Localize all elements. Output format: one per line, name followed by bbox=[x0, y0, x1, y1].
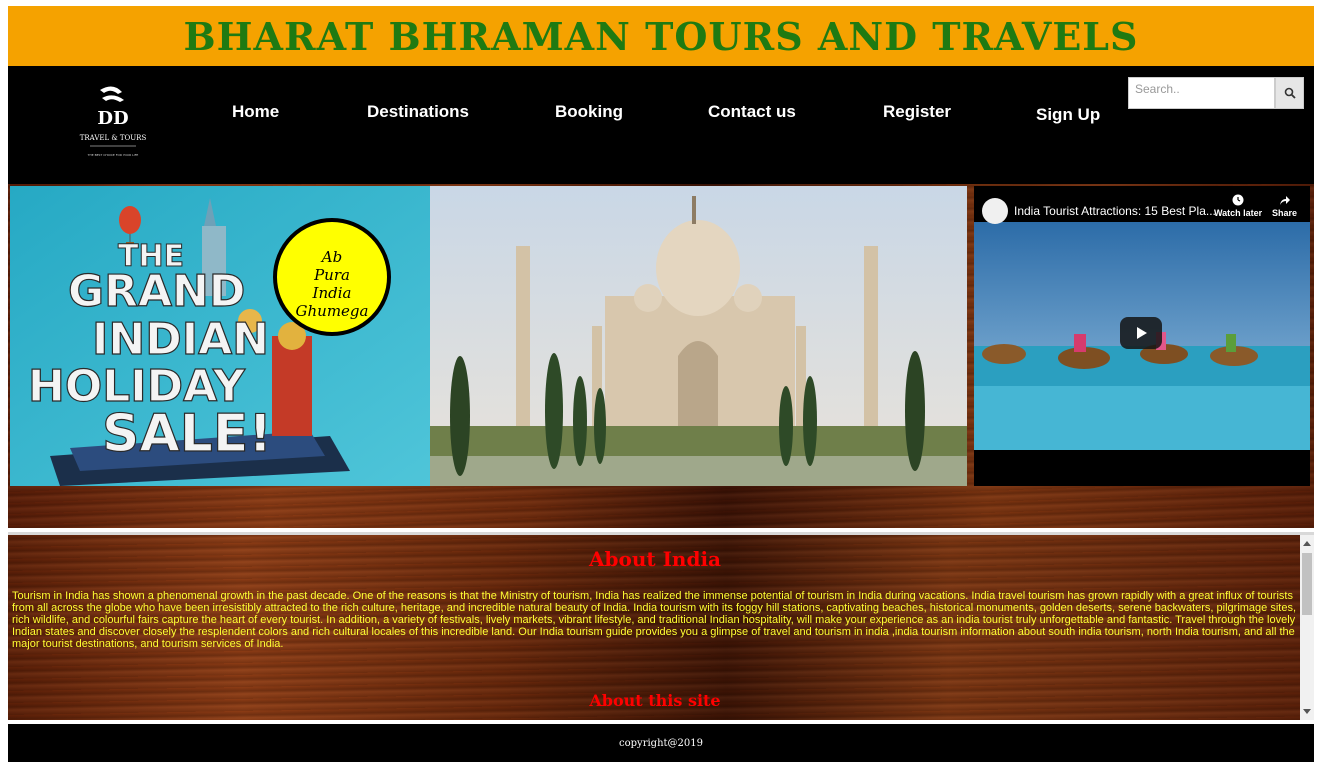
scroll-up-arrow[interactable] bbox=[1303, 541, 1311, 546]
share-icon bbox=[1279, 196, 1290, 205]
svg-text:DD: DD bbox=[97, 108, 128, 129]
nav-destinations[interactable]: Destinations bbox=[367, 102, 469, 122]
svg-text:Ghumega: Ghumega bbox=[296, 302, 369, 320]
search-icon bbox=[1284, 87, 1296, 99]
nav-bar: DD TRAVEL & TOURS THE BEST CHOICE FOR YO… bbox=[8, 66, 1314, 184]
svg-text:TRAVEL & TOURS: TRAVEL & TOURS bbox=[80, 134, 147, 142]
channel-avatar[interactable] bbox=[982, 198, 1008, 224]
taj-mahal-image bbox=[430, 186, 967, 486]
about-section[interactable]: About India Tourism in India has shown a… bbox=[8, 532, 1314, 720]
svg-text:INDIAN: INDIAN bbox=[92, 314, 269, 365]
nav-contact-us[interactable]: Contact us bbox=[708, 102, 796, 122]
search-input[interactable]: Search.. bbox=[1128, 77, 1275, 109]
logo[interactable]: DD TRAVEL & TOURS THE BEST CHOICE FOR YO… bbox=[78, 80, 148, 170]
scrollbar[interactable] bbox=[1300, 535, 1314, 720]
holiday-sale-banner[interactable]: THE GRAND INDIAN HOLIDAY SALE! Ab Pura I… bbox=[10, 186, 430, 486]
share-button[interactable]: Share bbox=[1272, 194, 1297, 218]
watch-later-button[interactable]: Watch later bbox=[1214, 194, 1262, 218]
play-button[interactable] bbox=[1120, 317, 1162, 349]
scroll-down-arrow[interactable] bbox=[1303, 709, 1311, 714]
nav-register[interactable]: Register bbox=[883, 102, 951, 122]
footer: copyright@2019 bbox=[8, 724, 1314, 762]
svg-text:THE BEST CHOICE FOR YOUR LIFE: THE BEST CHOICE FOR YOUR LIFE bbox=[87, 153, 139, 157]
video-title[interactable]: India Tourist Attractions: 15 Best Pla..… bbox=[1014, 204, 1216, 218]
share-label: Share bbox=[1272, 208, 1298, 218]
search-button[interactable] bbox=[1275, 77, 1304, 109]
nav-booking[interactable]: Booking bbox=[555, 102, 623, 122]
clock-icon bbox=[1232, 194, 1244, 206]
nav-home[interactable]: Home bbox=[232, 102, 279, 122]
svg-text:SALE!: SALE! bbox=[102, 404, 272, 464]
video-player[interactable]: India Tourist Attractions: 15 Best Pla..… bbox=[974, 186, 1310, 486]
svg-text:India: India bbox=[312, 284, 352, 302]
svg-text:Ab: Ab bbox=[320, 248, 342, 266]
about-text: Tourism in India has shown a phenomenal … bbox=[12, 590, 1297, 650]
play-icon bbox=[1137, 327, 1147, 339]
watch-later-label: Watch later bbox=[1214, 208, 1263, 218]
svg-text:Pura: Pura bbox=[313, 266, 350, 284]
scrollbar-thumb[interactable] bbox=[1302, 553, 1312, 615]
page: BHARAT BHRAMAN TOURS AND TRAVELS DD TRAV… bbox=[0, 0, 1322, 762]
about-heading: About India bbox=[588, 547, 722, 571]
nav-sign-up[interactable]: Sign Up bbox=[1036, 105, 1100, 125]
about-site-heading: About this site bbox=[589, 691, 721, 710]
logo-icon: DD TRAVEL & TOURS THE BEST CHOICE FOR YO… bbox=[80, 86, 147, 157]
svg-text:GRAND: GRAND bbox=[68, 266, 245, 317]
site-title: BHARAT BHRAMAN TOURS AND TRAVELS bbox=[183, 13, 1139, 59]
title-banner: BHARAT BHRAMAN TOURS AND TRAVELS bbox=[8, 6, 1314, 66]
copyright-text: copyright@2019 bbox=[619, 738, 703, 749]
